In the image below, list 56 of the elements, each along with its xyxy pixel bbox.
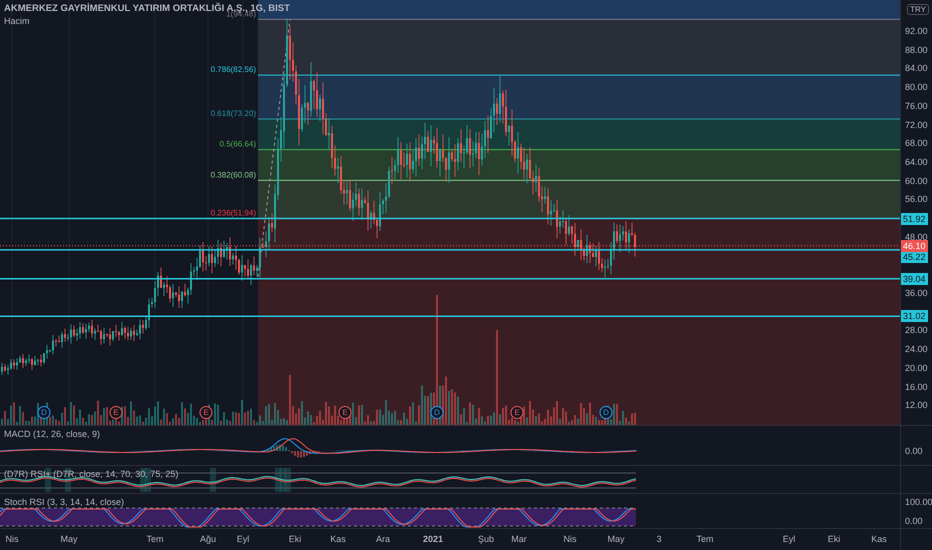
volume-label: Hacim — [4, 16, 31, 26]
time-tick: Tem — [146, 534, 164, 544]
event-marker[interactable]: E — [200, 406, 212, 419]
price-tick: 56.00 — [905, 194, 928, 204]
price-tick: 28.00 — [905, 325, 928, 336]
time-tick: Ara — [376, 534, 390, 544]
line-price-label: 51.92 — [901, 212, 928, 225]
price-tick: 36.00 — [905, 288, 928, 298]
indicator-tick: 0.00 — [905, 446, 923, 456]
time-tick: Nis — [564, 534, 576, 544]
time-tick: Eyl — [782, 534, 796, 544]
price-tick: 92.00 — [905, 26, 928, 36]
currency-label[interactable]: TRY — [907, 4, 929, 15]
time-tick: Eyl — [236, 534, 250, 544]
event-marker[interactable]: D — [38, 406, 50, 419]
time-tick: Tem — [696, 534, 714, 544]
price-tick: 72.00 — [905, 120, 928, 130]
price-tick: 84.00 — [905, 63, 928, 74]
price-tick: 16.00 — [905, 382, 928, 392]
indicator-label: (D7R) RSI+ (D7R, close, 14, 70, 30, 75, 25) — [4, 469, 178, 479]
time-tick: Kas — [871, 534, 887, 544]
price-tick: 60.00 — [905, 176, 928, 186]
price-tick: 48.00 — [905, 232, 928, 242]
time-tick: May — [60, 534, 78, 544]
time-tick: Nis — [6, 534, 18, 544]
indicator-tick: 100.00 — [905, 497, 932, 507]
time-tick: 3 — [656, 534, 662, 544]
fib-level-label: 0.382(60.08) — [210, 170, 256, 180]
price-tick: 24.00 — [905, 344, 928, 354]
time-tick: Mar — [511, 534, 527, 544]
line-price-label: 31.02 — [901, 310, 928, 322]
time-tick: Kas — [330, 534, 346, 544]
indicator-label: MACD (12, 26, close, 9) — [4, 429, 100, 439]
indicator-label: Stoch RSI (3, 3, 14, 14, close) — [4, 497, 124, 507]
price-tick: 68.00 — [905, 138, 928, 148]
price-tick: 80.00 — [905, 82, 928, 92]
fib-level-label: 0.5(66.64) — [220, 140, 256, 149]
time-tick: Ağu — [200, 534, 216, 544]
event-marker[interactable]: E — [110, 406, 122, 419]
time-tick: Eki — [288, 534, 302, 544]
time-tick: Şub — [478, 534, 494, 544]
price-tick: 64.00 — [905, 157, 928, 167]
fib-level-label: 0.236(51.94) — [210, 208, 256, 218]
time-tick: Eki — [828, 534, 840, 544]
last-price-label: 46.10 — [901, 240, 928, 252]
price-tick: 76.00 — [905, 100, 928, 111]
indicator-tick: 0.00 — [905, 516, 923, 526]
fib-level-label: 0.786(82.56) — [210, 65, 256, 74]
time-tick: 2021 — [422, 534, 444, 544]
price-tick: 12.00 — [905, 400, 928, 410]
time-tick: May — [608, 534, 624, 544]
fib-level-label: 0.618(73.20) — [210, 108, 256, 118]
line-price-label: 39.04 — [901, 272, 928, 285]
price-tick: 88.00 — [905, 44, 928, 55]
fib-level-label: 1(94.48) — [226, 9, 256, 18]
price-tick: 20.00 — [905, 362, 928, 373]
